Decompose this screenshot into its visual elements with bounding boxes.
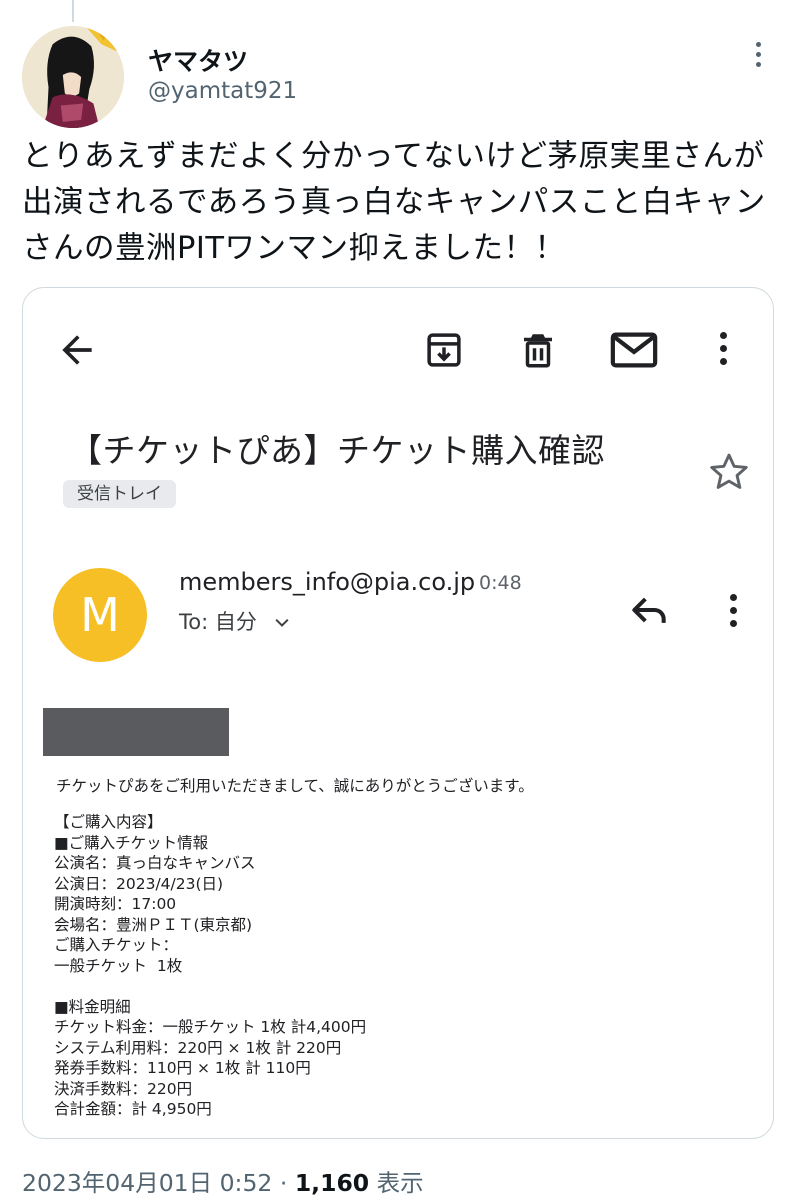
reply-icon[interactable] [627, 588, 671, 632]
views-count[interactable]: 1,160 [295, 1169, 369, 1197]
recipient-text: To: 自分 [179, 610, 257, 634]
email-body-line: 公演日：2023/4/23(日) [54, 874, 224, 893]
author-avatar-illustration [22, 26, 124, 128]
star-icon[interactable] [707, 450, 751, 494]
sender-more-icon[interactable] [723, 594, 743, 634]
archive-icon[interactable] [423, 328, 465, 372]
email-time: 0:48 [479, 572, 522, 594]
redacted-block [43, 708, 229, 756]
email-body-line: システム利用料：220円 × 1枚 計 220円 [54, 1038, 342, 1057]
tweet-text: とりあえずまだよく分かってないけど茅原実里さんが 出演されるであろう真っ白なキャ… [22, 139, 766, 266]
email-body-line: 発券手数料：110円 × 1枚 計 110円 [54, 1059, 311, 1077]
sender-avatar[interactable]: M [53, 568, 147, 662]
tweet-timestamp[interactable]: 2023年04月01日 0:52 [22, 1169, 272, 1197]
email-body-line: 一般チケット 1枚 [54, 956, 183, 975]
email-body-line: チケット料金：一般チケット 1枚 計4,400円 [54, 1018, 367, 1036]
email-body-line: ご購入チケット： [54, 936, 179, 954]
email-body-line: ■ご購入チケット情報 [54, 833, 209, 852]
meta-separator: · [279, 1169, 288, 1197]
email-body: 【ご購入内容】 ■ご購入チケット情報 公演名：真っ白なキャンバス 公演日：202… [54, 812, 754, 1120]
email-body-line [54, 976, 754, 997]
email-body-line: 【ご購入内容】 [54, 813, 163, 831]
author-display-name[interactable]: ヤマタツ [148, 42, 248, 78]
email-body-line: 公演名：真っ白なキャンバス [54, 854, 256, 872]
email-intro: チケットぴあをご利用いただきまして、誠にありがとうございます。 [56, 777, 534, 795]
email-body-line: 開演時刻：17:00 [54, 895, 177, 913]
inbox-label-chip[interactable]: 受信トレイ [63, 480, 176, 508]
sender-email: members_info@pia.co.jp [179, 568, 476, 596]
email-subject: 【チケットぴあ】チケット購入確認 [69, 431, 605, 470]
mail-icon[interactable] [609, 328, 659, 372]
trash-icon[interactable] [517, 328, 559, 372]
email-body-line: ■料金明細 [54, 997, 131, 1016]
attached-screenshot-card[interactable]: 【チケットぴあ】チケット購入確認 受信トレイ M members_info@pi… [22, 287, 774, 1139]
chevron-down-icon[interactable] [272, 613, 292, 633]
thread-connector-line [72, 0, 74, 22]
tweet-meta: 2023年04月01日 0:52 · 1,160 表示 [22, 1164, 424, 1198]
email-body-line: 会場名：豊洲ＰＩＴ(東京都) [54, 915, 253, 934]
email-body-line: 合計金額：計 4,950円 [54, 1100, 212, 1118]
email-body-line: 決済手数料：220円 [54, 1079, 193, 1098]
arrow-back-icon[interactable] [55, 328, 99, 372]
author-handle[interactable]: @yamtat921 [148, 78, 297, 104]
recipient-line[interactable]: To: 自分 [179, 606, 292, 636]
tweet-more-icon[interactable] [748, 42, 768, 72]
author-avatar[interactable] [22, 26, 124, 128]
views-label: 表示 [376, 1169, 424, 1197]
more-vertical-icon[interactable] [713, 332, 733, 372]
